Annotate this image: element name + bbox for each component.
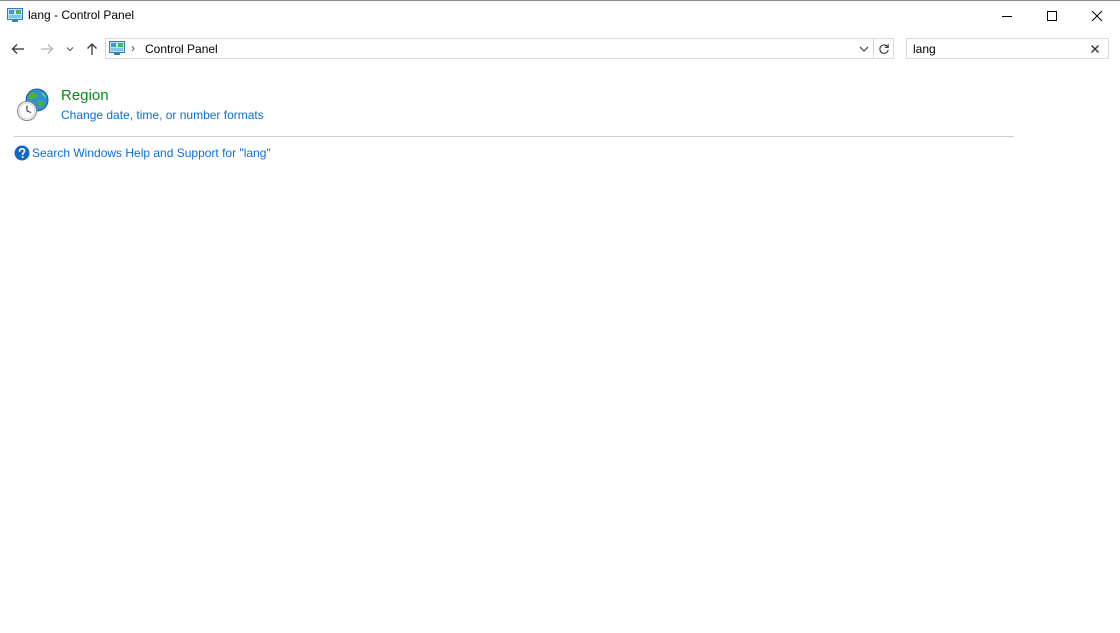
search-help-link[interactable]: Search Windows Help and Support for "lan… (32, 146, 271, 160)
recent-locations-button[interactable] (61, 37, 79, 61)
chevron-down-icon (66, 47, 74, 52)
close-button[interactable] (1074, 1, 1120, 31)
maximize-icon (1047, 11, 1057, 21)
back-button[interactable] (7, 37, 29, 61)
back-arrow-icon (11, 44, 24, 54)
refresh-icon (878, 43, 889, 54)
control-panel-icon (109, 41, 125, 55)
close-icon (1091, 10, 1103, 22)
maximize-button[interactable] (1029, 1, 1075, 31)
control-panel-window: lang - Control Panel › Control Panel lan… (0, 0, 1120, 633)
clear-icon[interactable] (1088, 42, 1102, 56)
window-title: lang - Control Panel (28, 8, 135, 22)
forward-button[interactable] (36, 37, 58, 61)
region-link[interactable]: Region (61, 87, 109, 104)
region-globe-clock-icon (17, 88, 49, 121)
up-button[interactable] (81, 37, 103, 61)
search-box[interactable]: lang (906, 38, 1109, 59)
up-arrow-icon (87, 43, 97, 55)
chevron-down-icon[interactable] (857, 42, 871, 56)
navigation-bar: › Control Panel lang (0, 37, 1120, 61)
change-formats-link[interactable]: Change date, time, or number formats (61, 108, 264, 122)
forward-arrow-icon (41, 44, 54, 54)
search-input[interactable]: lang (913, 42, 936, 56)
minimize-button[interactable] (984, 1, 1030, 31)
address-bar[interactable]: › Control Panel (105, 38, 874, 59)
divider (14, 136, 1014, 137)
minimize-icon (1002, 16, 1012, 17)
refresh-button[interactable] (873, 38, 894, 59)
control-panel-icon (7, 8, 23, 22)
search-result-region: Region Change date, time, or number form… (14, 85, 1014, 127)
title-bar[interactable]: lang - Control Panel (0, 1, 1120, 31)
help-icon[interactable] (14, 145, 30, 161)
breadcrumb-separator[interactable]: › (131, 41, 135, 55)
breadcrumb-control-panel[interactable]: Control Panel (145, 42, 218, 56)
